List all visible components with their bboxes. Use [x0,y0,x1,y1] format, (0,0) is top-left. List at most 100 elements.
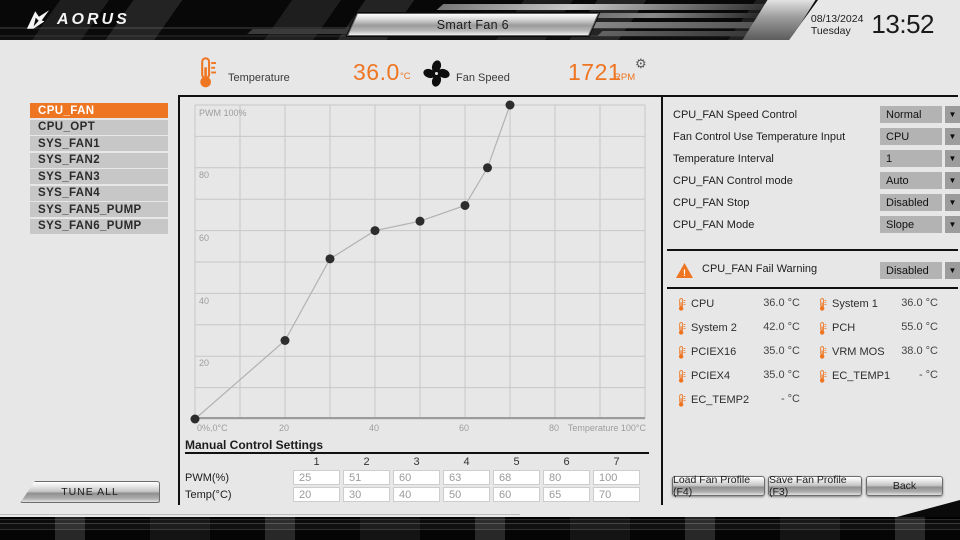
temp-name: CPU [691,298,714,310]
temp-input-4[interactable] [443,487,490,502]
temp-input-3[interactable] [393,487,440,502]
chevron-down-icon[interactable]: ▼ [945,150,960,167]
fan-list-item-sys-fan1[interactable]: SYS_FAN1 [30,136,168,151]
dropdown-fan-stop[interactable]: Disabled ▼ [880,194,960,211]
curve-point[interactable] [506,101,515,110]
curve-point[interactable] [281,336,290,345]
temperature-unit: °C [400,71,411,82]
page-title: Smart Fan 6 [437,18,509,32]
fan-list-item-sys-fan2[interactable]: SYS_FAN2 [30,153,168,168]
y-tick: 20 [199,358,209,368]
dropdown-fan-mode[interactable]: Slope ▼ [880,216,960,233]
y-tick: 60 [199,233,209,243]
bottom-accent-line [0,514,520,515]
dropdown-value: Auto [880,172,942,189]
temp-sensor-icon [818,346,827,359]
temp-name: System 2 [691,322,737,334]
curve-point[interactable] [416,217,425,226]
curve-point[interactable] [326,254,335,263]
fan-speed-unit: RPM [614,72,635,83]
temp-row-label: Temp(°C) [185,487,293,502]
temp-input-5[interactable] [493,487,540,502]
temp-input-6[interactable] [543,487,590,502]
pwm-input-2[interactable] [343,470,390,485]
tune-all-button[interactable]: TUNE ALL [20,481,160,503]
save-fan-profile-button[interactable]: Save Fan Profile (F3) [768,476,862,496]
chevron-down-icon[interactable]: ▼ [945,216,960,233]
dropdown-speed-control[interactable]: Normal ▼ [880,106,960,123]
corner-decoration [893,500,960,518]
dropdown-temp-input[interactable]: CPU ▼ [880,128,960,145]
dropdown-temp-interval[interactable]: 1 ▼ [880,150,960,167]
temp-sensor-icon [677,322,686,335]
chevron-down-icon[interactable]: ▼ [945,128,960,145]
fan-list-item-cpu-fan[interactable]: CPU_FAN [30,103,168,118]
column-header: 3 [393,456,440,468]
time-text: 13:52 [871,9,934,40]
pwm-input-4[interactable] [443,470,490,485]
chevron-down-icon[interactable]: ▼ [945,262,960,279]
dropdown-fail-warning[interactable]: Disabled ▼ [880,262,960,279]
pwm-input-3[interactable] [393,470,440,485]
temp-readout: System 2 [677,321,737,335]
y-tick: PWM 100% [199,108,247,118]
aorus-logo: AORUS [26,9,130,30]
logo-text: AORUS [57,11,130,29]
temp-value: 36.0 °C [740,297,800,309]
temp-input-2[interactable] [343,487,390,502]
manual-header-row: 1 2 3 4 5 6 7 [185,456,643,468]
thermometer-icon [196,57,217,88]
fan-list-item-sys-fan5-pump[interactable]: SYS_FAN5_PUMP [30,202,168,217]
fail-warning-label: CPU_FAN Fail Warning [702,263,817,275]
chevron-down-icon[interactable]: ▼ [945,194,960,211]
temp-input-1[interactable] [293,487,340,502]
fan-list-item-sys-fan4[interactable]: SYS_FAN4 [30,186,168,201]
column-header: 4 [443,456,490,468]
temp-value: - °C [878,369,938,381]
temp-value: 36.0 °C [878,297,938,309]
temp-readout: CPU [677,297,714,311]
temp-name: PCIEX4 [691,370,730,382]
fan-list-item-sys-fan6-pump[interactable]: SYS_FAN6_PUMP [30,219,168,234]
x-tick: 40 [369,423,379,433]
fan-list-item-sys-fan3[interactable]: SYS_FAN3 [30,169,168,184]
curve-point[interactable] [483,163,492,172]
fan-list: CPU_FAN CPU_OPT SYS_FAN1 SYS_FAN2 SYS_FA… [30,103,168,235]
pwm-input-1[interactable] [293,470,340,485]
chevron-down-icon[interactable]: ▼ [945,172,960,189]
fan-list-item-cpu-opt[interactable]: CPU_OPT [30,120,168,135]
bottom-bar [0,517,960,540]
pwm-input-6[interactable] [543,470,590,485]
dropdown-value: Normal [880,106,942,123]
manual-control-title: Manual Control Settings [185,438,323,452]
temp-value: 35.0 °C [740,369,800,381]
dropdown-control-mode[interactable]: Auto ▼ [880,172,960,189]
pwm-row: PWM(%) [185,470,643,485]
temp-value: 42.0 °C [740,321,800,333]
setting-label-control-mode: CPU_FAN Control mode [673,172,873,189]
temp-readout: VRM MOS [818,345,885,359]
temp-input-7[interactable] [593,487,640,502]
chevron-down-icon[interactable]: ▼ [945,106,960,123]
pwm-input-7[interactable] [593,470,640,485]
curve-point[interactable] [371,226,380,235]
load-fan-profile-button[interactable]: Load Fan Profile (F4) [672,476,765,496]
date-text: 08/13/2024 [811,13,864,25]
temp-value: 38.0 °C [878,345,938,357]
curve-point[interactable] [461,201,470,210]
dropdown-value: 1 [880,150,942,167]
temp-readout: PCIEX16 [677,345,736,359]
gear-icon[interactable]: ⚙ [635,57,647,70]
right-divider [661,95,663,505]
temp-name: PCIEX16 [691,346,736,358]
fan-curve-chart [195,105,645,419]
setting-label-temp-interval: Temperature Interval [673,150,873,167]
fan-speed-label: Fan Speed [456,72,510,84]
x-axis-label: Temperature 100°C [566,423,646,433]
temp-sensor-icon [818,322,827,335]
pwm-input-5[interactable] [493,470,540,485]
datetime: 08/13/2024 Tuesday 13:52 [811,9,934,40]
section-divider [667,287,958,289]
back-button[interactable]: Back [866,476,943,496]
x-tick: 20 [279,423,289,433]
